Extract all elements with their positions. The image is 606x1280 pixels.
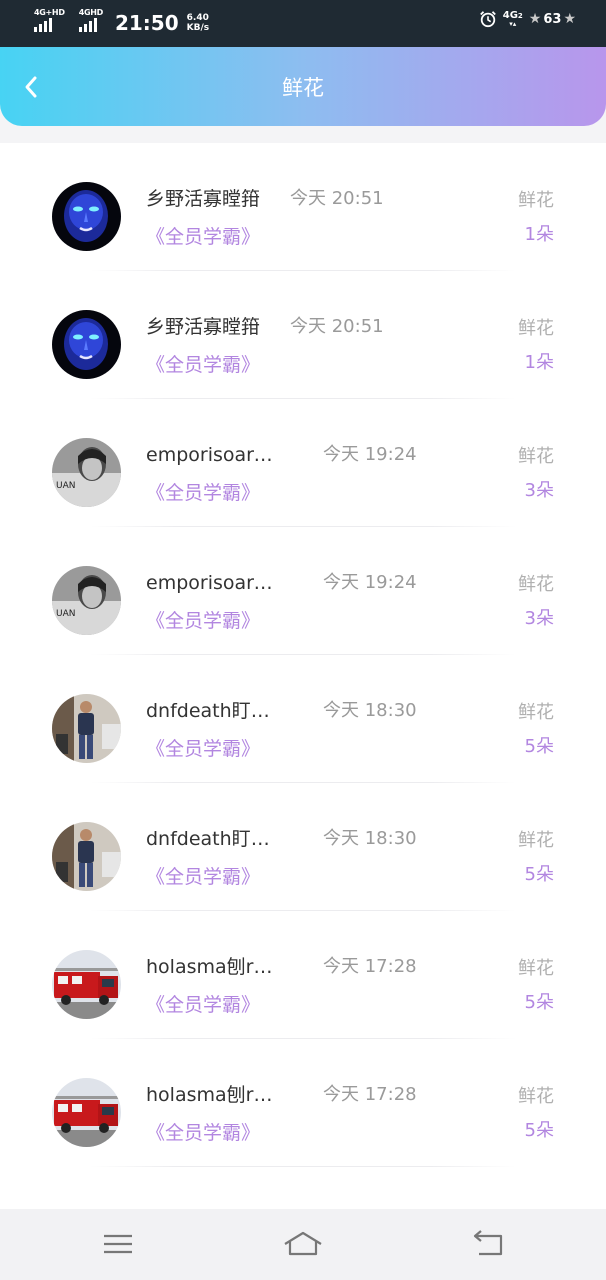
flower-count: 5朵 xyxy=(524,992,554,1013)
timestamp: 今天 18:30 xyxy=(323,700,417,721)
flower-label: 鲜花 xyxy=(518,1086,554,1107)
blue-face-avatar-icon xyxy=(52,310,121,379)
speed-value: 6.40 xyxy=(186,13,209,23)
user-name: 乡野活寡瞠箝 xyxy=(146,188,261,210)
header-bar: 鲜花 xyxy=(0,47,606,126)
flower-count: 1朵 xyxy=(524,224,554,245)
flower-label: 鲜花 xyxy=(518,190,554,211)
course-title[interactable]: 《全员学霸》 xyxy=(146,864,260,890)
signal-1: 4G+HD xyxy=(34,8,65,32)
flower-count: 3朵 xyxy=(524,608,554,629)
bw-portrait-avatar-icon: UAN xyxy=(52,438,121,507)
avatar[interactable] xyxy=(52,694,121,763)
flower-label: 鲜花 xyxy=(518,446,554,467)
user-name: holasma刨rt邃... xyxy=(146,956,276,978)
system-nav-bar xyxy=(0,1209,606,1280)
home-icon[interactable] xyxy=(283,1227,323,1261)
flower-label: 鲜花 xyxy=(518,318,554,339)
course-title[interactable]: 《全员学霸》 xyxy=(146,352,260,378)
user-name: dnfdeath盯/kni... xyxy=(146,828,276,850)
clock: 21:50 xyxy=(114,11,179,35)
course-title[interactable]: 《全员学霸》 xyxy=(146,608,260,634)
list-item[interactable]: holasma刨rt邃... 今天 17:28 《全员学霸》 鲜花 5朵 xyxy=(0,911,606,1039)
signal-2: 4GHD xyxy=(78,8,104,32)
network-indicator: 4G2 ▾▴ xyxy=(502,9,523,28)
avatar[interactable]: UAN xyxy=(52,566,121,635)
timestamp: 今天 17:28 xyxy=(323,1084,417,1105)
network-right: 4G xyxy=(502,9,518,21)
fire-truck-avatar-icon xyxy=(52,950,121,1019)
user-name: emporisoarma... xyxy=(146,444,276,466)
list-item[interactable]: 乡野活寡瞠箝 今天 20:51 《全员学霸》 鲜花 1朵 xyxy=(0,271,606,399)
menu-icon[interactable] xyxy=(98,1227,138,1261)
status-bar: 4G+HD 4GHD 21:50 6.40 KB/s 4G2 ▾▴ ★ 63 ★ xyxy=(0,0,606,47)
flower-label: 鲜花 xyxy=(518,830,554,851)
flower-count: 5朵 xyxy=(524,1120,554,1141)
signal-bars-icon xyxy=(78,18,97,32)
star-icon: ★ xyxy=(563,11,576,27)
list-item[interactable]: 乡野活寡瞠箝 今天 20:51 《全员学霸》 鲜花 1朵 xyxy=(0,143,606,271)
network-speed: 6.40 KB/s xyxy=(187,13,209,33)
avatar[interactable] xyxy=(52,182,121,251)
avatar[interactable] xyxy=(52,310,121,379)
list-item[interactable]: holasma刨rt邃... 今天 17:28 《全员学霸》 鲜花 5朵 xyxy=(0,1039,606,1167)
blue-face-avatar-icon xyxy=(52,182,121,251)
user-name: dnfdeath盯/kni... xyxy=(146,700,276,722)
flower-label: 鲜花 xyxy=(518,958,554,979)
avatar[interactable] xyxy=(52,822,121,891)
timestamp: 今天 18:30 xyxy=(323,828,417,849)
list-item[interactable]: dnfdeath盯/kni... 今天 18:30 《全员学霸》 鲜花 5朵 xyxy=(0,783,606,911)
list-item[interactable]: UAN emporisoarma... 今天 19:24 《全员学霸》 鲜花 3… xyxy=(0,527,606,655)
star-icon: ★ xyxy=(528,11,542,27)
avatar[interactable]: UAN xyxy=(52,438,121,507)
page-title: 鲜花 xyxy=(282,76,324,100)
speed-unit: KB/s xyxy=(186,23,210,33)
course-title[interactable]: 《全员学霸》 xyxy=(146,480,260,506)
course-title[interactable]: 《全员学霸》 xyxy=(146,992,260,1018)
course-title[interactable]: 《全员学霸》 xyxy=(146,224,260,250)
avatar[interactable] xyxy=(52,1078,121,1147)
timestamp: 今天 20:51 xyxy=(290,188,384,209)
list-item[interactable]: dnfdeath盯/kni... 今天 18:30 《全员学霸》 鲜花 5朵 xyxy=(0,655,606,783)
user-name: emporisoarma... xyxy=(146,572,276,594)
alarm-icon xyxy=(479,11,496,28)
network-type-1: 4G+HD xyxy=(34,8,65,17)
avatar[interactable] xyxy=(52,950,121,1019)
course-title[interactable]: 《全员学霸》 xyxy=(146,736,260,762)
flower-count: 3朵 xyxy=(524,480,554,501)
signal-bars-icon xyxy=(34,18,52,32)
bw-portrait-avatar-icon: UAN xyxy=(52,566,121,635)
list-item[interactable]: UAN emporisoarma... 今天 19:24 《全员学霸》 鲜花 3… xyxy=(0,399,606,527)
user-name: 乡野活寡瞠箝 xyxy=(146,316,261,338)
street-person-avatar-icon xyxy=(52,694,121,763)
fire-truck-avatar-icon xyxy=(52,1078,121,1147)
network-right-sub: 2 xyxy=(517,11,523,20)
flower-list: 乡野活寡瞠箝 今天 20:51 《全员学霸》 鲜花 1朵 乡野活寡瞠箝 今天 2… xyxy=(0,143,606,1209)
divider xyxy=(90,1166,516,1167)
course-title[interactable]: 《全员学霸》 xyxy=(146,1120,260,1146)
flower-count: 5朵 xyxy=(524,736,554,757)
flower-count: 1朵 xyxy=(524,352,554,373)
svg-text:UAN: UAN xyxy=(56,609,75,619)
street-person-avatar-icon xyxy=(52,822,121,891)
flower-count: 5朵 xyxy=(524,864,554,885)
timestamp: 今天 19:24 xyxy=(323,572,417,593)
flower-label: 鲜花 xyxy=(518,574,554,595)
flower-label: 鲜花 xyxy=(518,702,554,723)
timestamp: 今天 17:28 xyxy=(323,956,417,977)
battery-level: 63 xyxy=(543,11,562,27)
back-icon[interactable] xyxy=(467,1227,507,1261)
svg-text:UAN: UAN xyxy=(56,481,75,491)
user-name: holasma刨rt邃... xyxy=(146,1084,276,1106)
timestamp: 今天 20:51 xyxy=(290,316,384,337)
network-type-2: 4GHD xyxy=(78,8,104,17)
timestamp: 今天 19:24 xyxy=(323,444,417,465)
